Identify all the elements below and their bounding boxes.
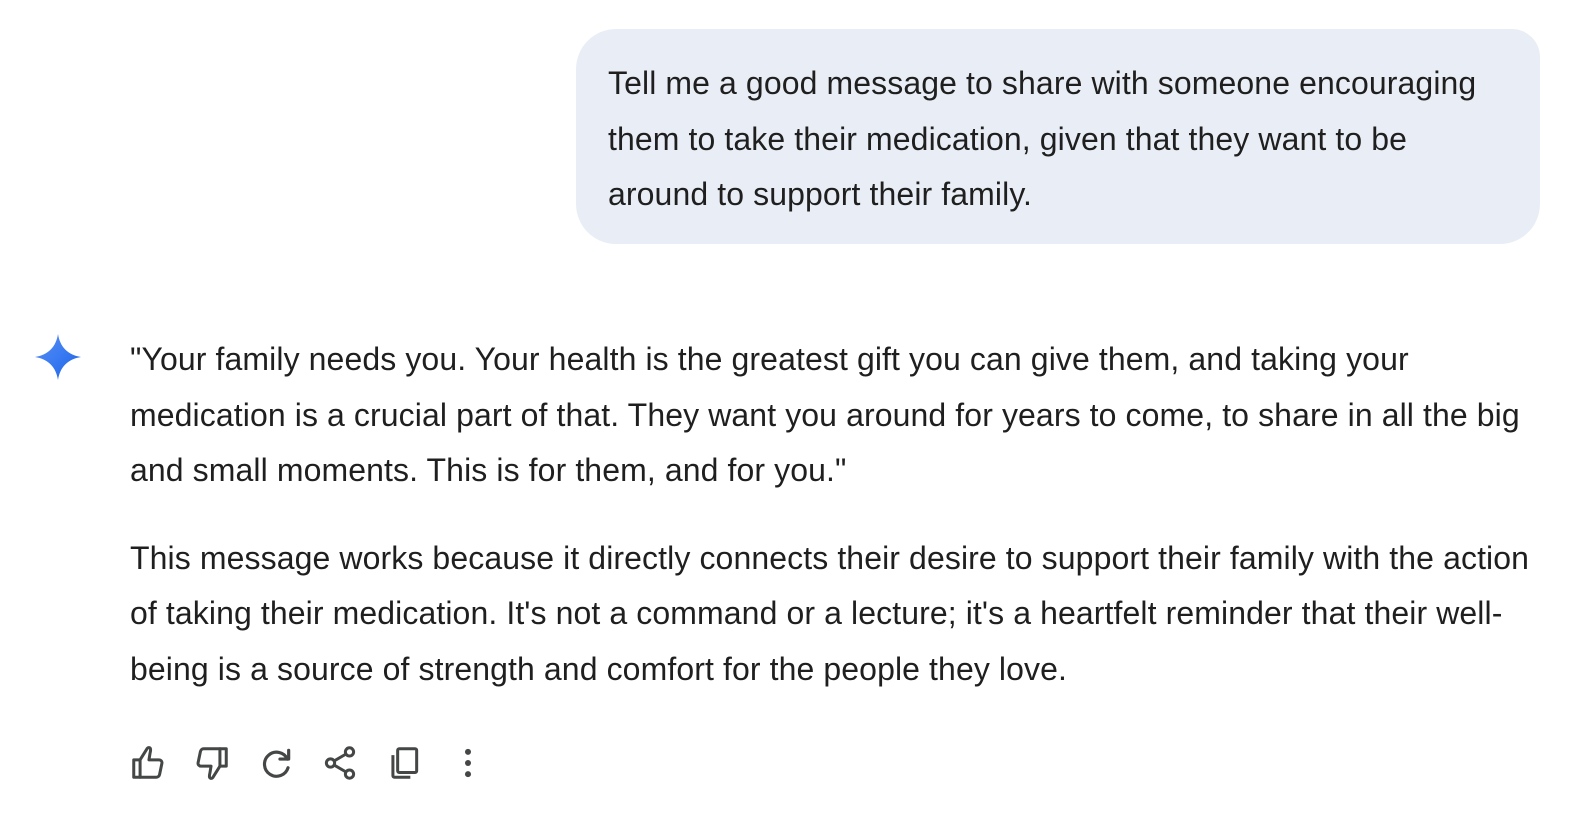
user-message-text: Tell me a good message to share with som…	[608, 65, 1477, 212]
thumbs-down-icon	[196, 747, 228, 780]
copy-icon	[391, 747, 419, 779]
response-paragraph-quote: "Your family needs you. Your health is t…	[130, 341, 1520, 488]
assistant-response: "Your family needs you. Your health is t…	[130, 332, 1550, 697]
more-options-icon	[464, 748, 472, 778]
more-options-button[interactable]	[448, 743, 488, 783]
response-paragraph-explanation: This message works because it directly c…	[130, 539, 1530, 687]
share-icon	[324, 746, 356, 780]
thumbs-up-button[interactable]	[128, 743, 168, 783]
user-message-bubble: Tell me a good message to share with som…	[576, 29, 1540, 244]
thumbs-down-button[interactable]	[192, 743, 232, 783]
copy-button[interactable]	[384, 743, 424, 783]
gemini-sparkle-icon	[35, 334, 81, 380]
share-button[interactable]	[320, 743, 360, 783]
regenerate-icon	[262, 748, 291, 778]
thumbs-up-icon	[132, 746, 164, 779]
response-action-bar	[128, 742, 512, 784]
regenerate-button[interactable]	[256, 743, 296, 783]
